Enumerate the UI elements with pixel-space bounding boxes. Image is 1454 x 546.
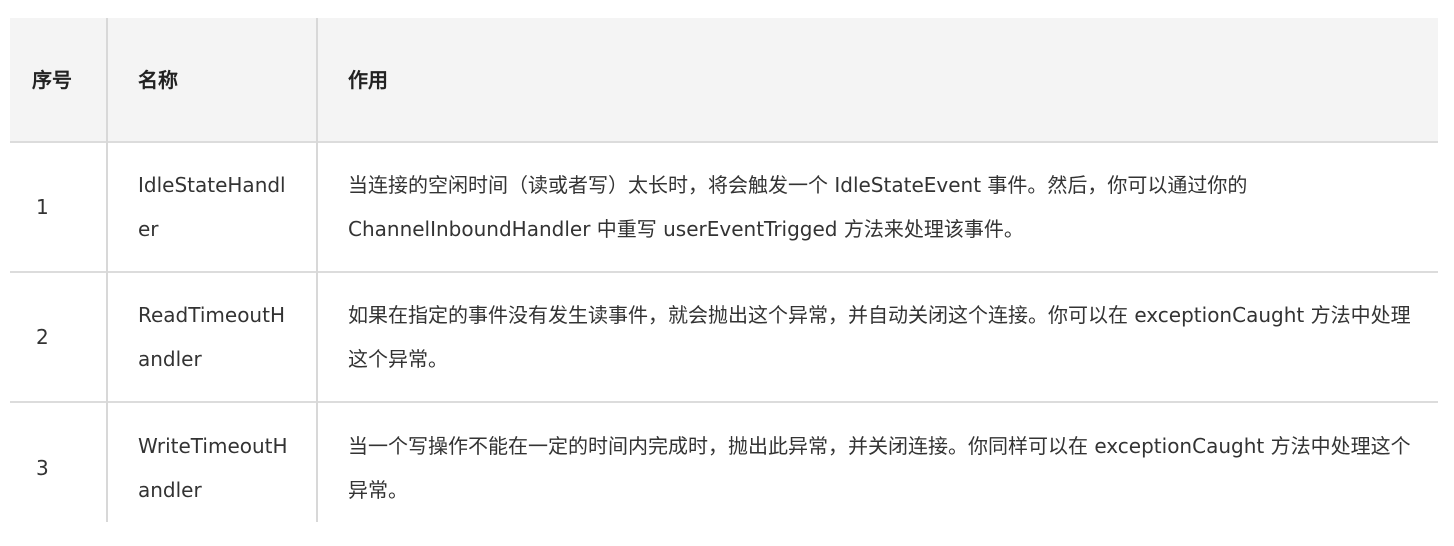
row-index: 1 bbox=[36, 195, 49, 219]
table-row: 2 ReadTimeoutHandler 如果在指定的事件没有发生读事件，就会抛… bbox=[10, 272, 1438, 402]
header-index: 序号 bbox=[32, 67, 72, 92]
row-name: WriteTimeoutHandler bbox=[138, 433, 288, 502]
table-body: 1 IdleStateHandler 当连接的空闲时间（读或者写）太长时，将会触… bbox=[10, 142, 1438, 522]
table-row: 3 WriteTimeoutHandler 当一个写操作不能在一定的时间内完成时… bbox=[10, 402, 1438, 522]
row-name: ReadTimeoutHandler bbox=[138, 303, 285, 371]
row-index: 3 bbox=[36, 455, 49, 480]
row-index: 2 bbox=[36, 325, 49, 349]
header-name: 名称 bbox=[138, 67, 178, 92]
table-row: 1 IdleStateHandler 当连接的空闲时间（读或者写）太长时，将会触… bbox=[10, 142, 1438, 272]
row-purpose: 当连接的空闲时间（读或者写）太长时，将会触发一个 IdleStateEvent … bbox=[348, 173, 1248, 241]
table-header: 序号 名称 作用 bbox=[10, 18, 1438, 142]
column-divider bbox=[106, 18, 108, 522]
handler-table-container: 序号 名称 作用 1 IdleStateHandler 当连接的空闲时间（读或者… bbox=[10, 18, 1438, 522]
row-purpose: 如果在指定的事件没有发生读事件，就会抛出这个异常，并自动关闭这个连接。你可以在 … bbox=[348, 303, 1411, 371]
header-row: 序号 名称 作用 bbox=[10, 18, 1438, 142]
row-name: IdleStateHandler bbox=[138, 173, 286, 241]
column-divider bbox=[316, 18, 318, 522]
row-purpose: 当一个写操作不能在一定的时间内完成时，抛出此异常，并关闭连接。你同样可以在 ex… bbox=[348, 433, 1411, 502]
idle-handler-table: 序号 名称 作用 1 IdleStateHandler 当连接的空闲时间（读或者… bbox=[10, 18, 1438, 522]
header-purpose: 作用 bbox=[348, 67, 388, 92]
